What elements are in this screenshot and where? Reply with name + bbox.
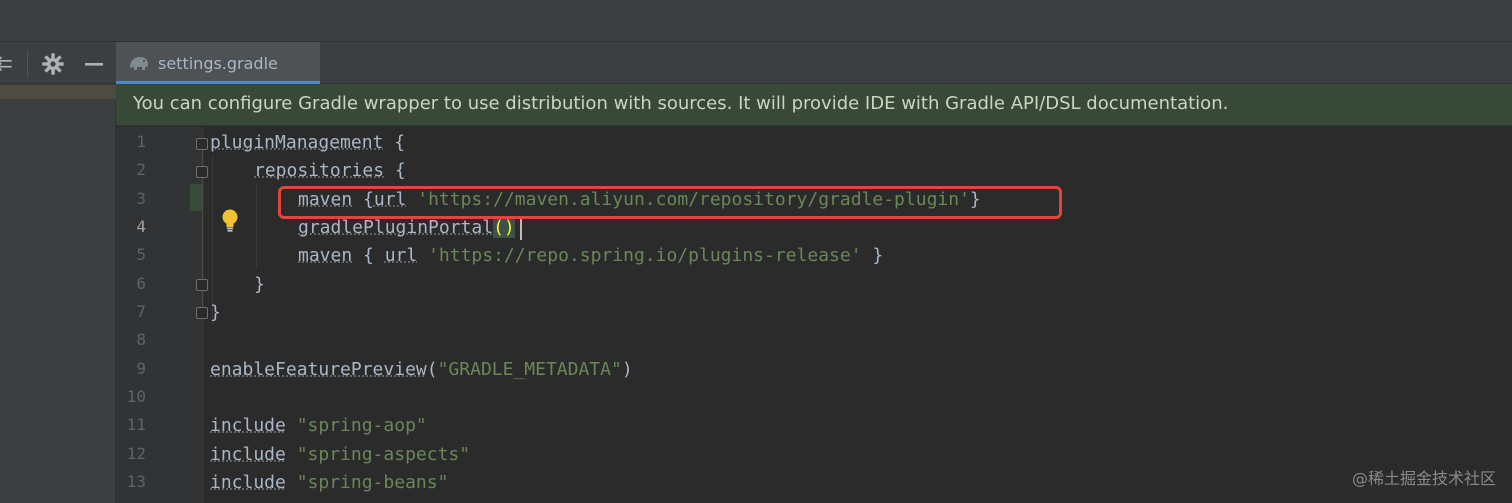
brace: { [383, 132, 406, 153]
toolbar-separator [27, 52, 28, 76]
identifier: include [210, 472, 286, 493]
identifier: gradlePluginPortal [298, 217, 494, 238]
identifier: repositories [254, 160, 385, 181]
line-number-gutter: 1 2 3 4 5 6 7 8 9 10 11 12 13 [116, 127, 208, 503]
settings-button[interactable] [41, 52, 65, 76]
fold-toggle-icon[interactable] [196, 166, 208, 178]
intention-action-button[interactable] [220, 208, 240, 236]
code-line-13: include "spring-beans" [210, 469, 448, 497]
identifier: include [210, 444, 286, 465]
minimize-icon [85, 63, 103, 66]
identifier: include [210, 415, 286, 436]
gradle-notification-banner: You can configure Gradle wrapper to use … [116, 84, 1512, 126]
string-literal: "spring-aop" [296, 415, 427, 436]
indent-guide [256, 183, 257, 268]
line-number: 3 [136, 189, 146, 208]
highlight-annotation-box [278, 186, 1062, 219]
code-line-12: include "spring-aspects" [210, 441, 470, 469]
line-number: 9 [136, 359, 146, 378]
line-number-current: 4 [136, 217, 146, 236]
code-line-2: repositories { [254, 157, 406, 185]
identifier: maven [298, 245, 353, 266]
line-number: 11 [126, 415, 146, 434]
code-editor[interactable]: 1 2 3 4 5 6 7 8 9 10 11 12 13 pluginMana… [116, 127, 1512, 503]
gear-icon [42, 53, 64, 75]
string-literal: "spring-aspects" [296, 444, 471, 465]
banner-message: You can configure Gradle wrapper to use … [133, 93, 1229, 114]
identifier: enableFeaturePreview [210, 359, 427, 380]
brace: } [210, 302, 221, 323]
project-panel [0, 84, 116, 503]
fold-toggle-icon[interactable] [196, 279, 208, 291]
selected-tree-row[interactable] [0, 85, 116, 99]
line-number: 1 [136, 132, 146, 151]
string-literal: "spring-beans" [296, 472, 449, 493]
code-line-6: } [254, 271, 265, 299]
minimize-button[interactable] [82, 52, 106, 76]
code-line-9: enableFeaturePreview("GRADLE_METADATA") [210, 356, 633, 384]
identifier: pluginManagement [210, 132, 384, 153]
matched-parens: () [493, 217, 515, 238]
code-line-5: maven { url 'https://repo.spring.io/plug… [298, 242, 883, 270]
string-literal: 'https://repo.spring.io/plugins-release' [428, 245, 862, 266]
line-number: 12 [126, 444, 146, 463]
code-line-11: include "spring-aop" [210, 412, 427, 440]
brace: } [254, 274, 265, 295]
window-title-bar [0, 0, 1512, 42]
line-number: 7 [136, 302, 146, 321]
watermark: @稀土掘金技术社区 [1351, 469, 1496, 488]
line-number: 5 [136, 245, 146, 264]
code-line-1: pluginManagement { [210, 129, 405, 157]
fold-toggle-icon[interactable] [196, 138, 208, 150]
paren: ) [621, 359, 633, 380]
fold-toggle-icon[interactable] [196, 307, 208, 319]
line-number: 13 [126, 472, 146, 491]
tab-label: settings.gradle [158, 53, 278, 73]
brace: } [861, 245, 884, 266]
lightbulb-icon [222, 209, 238, 232]
line-number: 10 [126, 387, 146, 406]
tab-settings-gradle[interactable]: settings.gradle [116, 42, 320, 84]
line-number: 2 [136, 160, 146, 179]
line-number: 8 [136, 330, 146, 349]
text-caret [520, 218, 522, 240]
code-line-7: } [210, 299, 221, 327]
brace: { [384, 160, 406, 181]
brace: { [352, 245, 385, 266]
paren: ( [426, 359, 438, 380]
project-tool-strip: ⇇ [0, 42, 116, 84]
line-number: 6 [136, 274, 146, 293]
collapse-all-icon[interactable]: ⇇ [0, 50, 14, 76]
string-literal: "GRADLE_METADATA" [437, 359, 622, 380]
gradle-elephant-icon [130, 57, 148, 70]
identifier: url [384, 245, 418, 266]
editor-tab-bar: settings.gradle [116, 42, 1512, 84]
